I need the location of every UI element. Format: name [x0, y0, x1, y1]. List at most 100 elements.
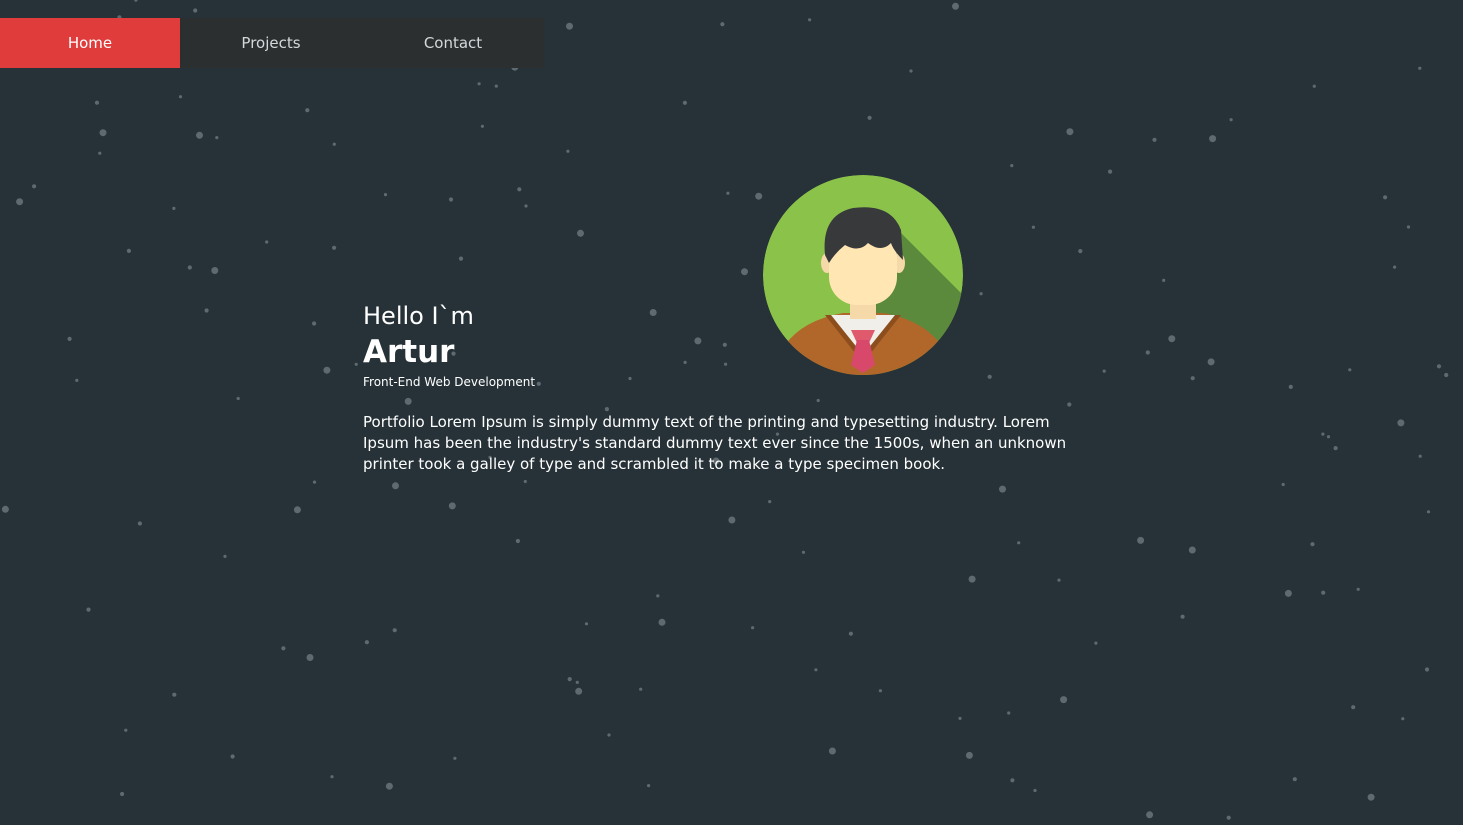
star-dot: [230, 754, 235, 759]
star-dot: [958, 716, 962, 721]
star-dot: [720, 22, 725, 27]
star-dot: [801, 550, 806, 554]
star-dot: [1, 505, 9, 513]
star-dot: [1351, 705, 1356, 710]
star-dot: [1007, 711, 1011, 715]
star-dot: [968, 575, 976, 583]
star-dot: [814, 668, 818, 672]
star-dot: [1288, 384, 1293, 389]
star-dot: [517, 187, 522, 192]
star-dot: [215, 136, 219, 140]
star-dot: [1102, 369, 1106, 373]
star-dot: [448, 197, 454, 202]
star-dot: [1226, 815, 1231, 820]
hero-role: Front-End Web Development: [363, 375, 536, 389]
star-dot: [1078, 249, 1083, 254]
star-dot: [94, 100, 100, 105]
star-dot: [1310, 542, 1315, 547]
star-dot: [523, 479, 527, 484]
star-dot: [126, 248, 131, 253]
nav-projects[interactable]: Projects: [180, 18, 362, 68]
star-dot: [477, 82, 481, 86]
star-dot: [999, 485, 1006, 493]
star-dot: [1057, 578, 1061, 582]
star-dot: [682, 100, 688, 105]
star-dot: [726, 191, 730, 195]
star-dot: [1321, 590, 1326, 595]
star-dot: [453, 756, 457, 760]
star-dot: [265, 240, 269, 244]
star-dot: [751, 626, 755, 630]
star-dot: [1033, 788, 1037, 793]
star-dot: [649, 309, 657, 316]
star-dot: [1010, 164, 1014, 168]
star-dot: [728, 516, 736, 524]
star-dot: [332, 142, 336, 146]
star-dot: [567, 677, 572, 682]
star-dot: [305, 108, 310, 113]
star-dot: [604, 407, 610, 412]
user-avatar-icon: [763, 175, 963, 375]
star-dot: [1108, 169, 1113, 174]
star-dot: [1326, 435, 1331, 439]
star-dot: [1207, 358, 1215, 366]
nav-contact[interactable]: Contact: [362, 18, 544, 68]
star-dot: [134, 0, 138, 2]
star-dot: [1281, 482, 1285, 487]
star-dot: [178, 95, 183, 99]
star-dot: [75, 378, 79, 382]
star-dot: [1397, 419, 1405, 427]
star-dot: [16, 198, 24, 206]
star-dot: [628, 376, 632, 381]
star-dot: [656, 594, 660, 598]
star-dot: [1094, 641, 1098, 645]
star-dot: [1424, 667, 1430, 672]
star-dot: [1017, 541, 1021, 545]
star-dot: [448, 502, 456, 510]
star-dot: [524, 204, 528, 208]
star-dot: [404, 397, 412, 405]
nav-home[interactable]: Home: [0, 18, 180, 68]
star-dot: [575, 680, 579, 685]
star-dot: [196, 131, 203, 139]
star-dot: [281, 646, 286, 651]
star-dot: [137, 521, 142, 526]
star-dot: [293, 506, 301, 514]
star-dot: [1284, 589, 1292, 597]
star-dot: [312, 321, 317, 326]
star-dot: [1162, 278, 1166, 282]
star-dot: [575, 687, 583, 695]
star-dot: [1209, 135, 1217, 143]
star-dot: [1356, 587, 1360, 591]
star-dot: [952, 2, 959, 10]
star-dot: [330, 775, 334, 779]
star-dot: [306, 654, 314, 661]
star-dot: [1348, 368, 1352, 372]
star-dot: [211, 267, 219, 274]
star-dot: [647, 784, 651, 788]
star-dot: [1146, 811, 1154, 819]
star-dot: [1137, 536, 1145, 544]
star-dot: [1426, 510, 1431, 514]
star-dot: [31, 184, 37, 189]
star-dot: [480, 124, 484, 128]
star-dot: [1066, 128, 1074, 136]
hero-intro: Hello I`m Artur Front-End Web Developmen…: [363, 300, 535, 390]
star-dot: [383, 193, 388, 197]
star-dot: [828, 747, 836, 755]
star-dot: [577, 229, 584, 237]
star-dot: [187, 265, 192, 270]
star-dot: [354, 362, 358, 366]
star-dot: [1393, 265, 1397, 269]
main-nav: Home Projects Contact: [0, 18, 544, 68]
star-dot: [639, 687, 643, 691]
star-dot: [494, 84, 498, 88]
star-dot: [722, 342, 727, 347]
star-dot: [979, 292, 983, 296]
star-dot: [1190, 376, 1195, 381]
star-dot: [98, 151, 102, 155]
star-dot: [1367, 793, 1375, 801]
star-dot: [385, 782, 393, 790]
star-dot: [99, 129, 107, 137]
star-dot: [768, 500, 772, 504]
